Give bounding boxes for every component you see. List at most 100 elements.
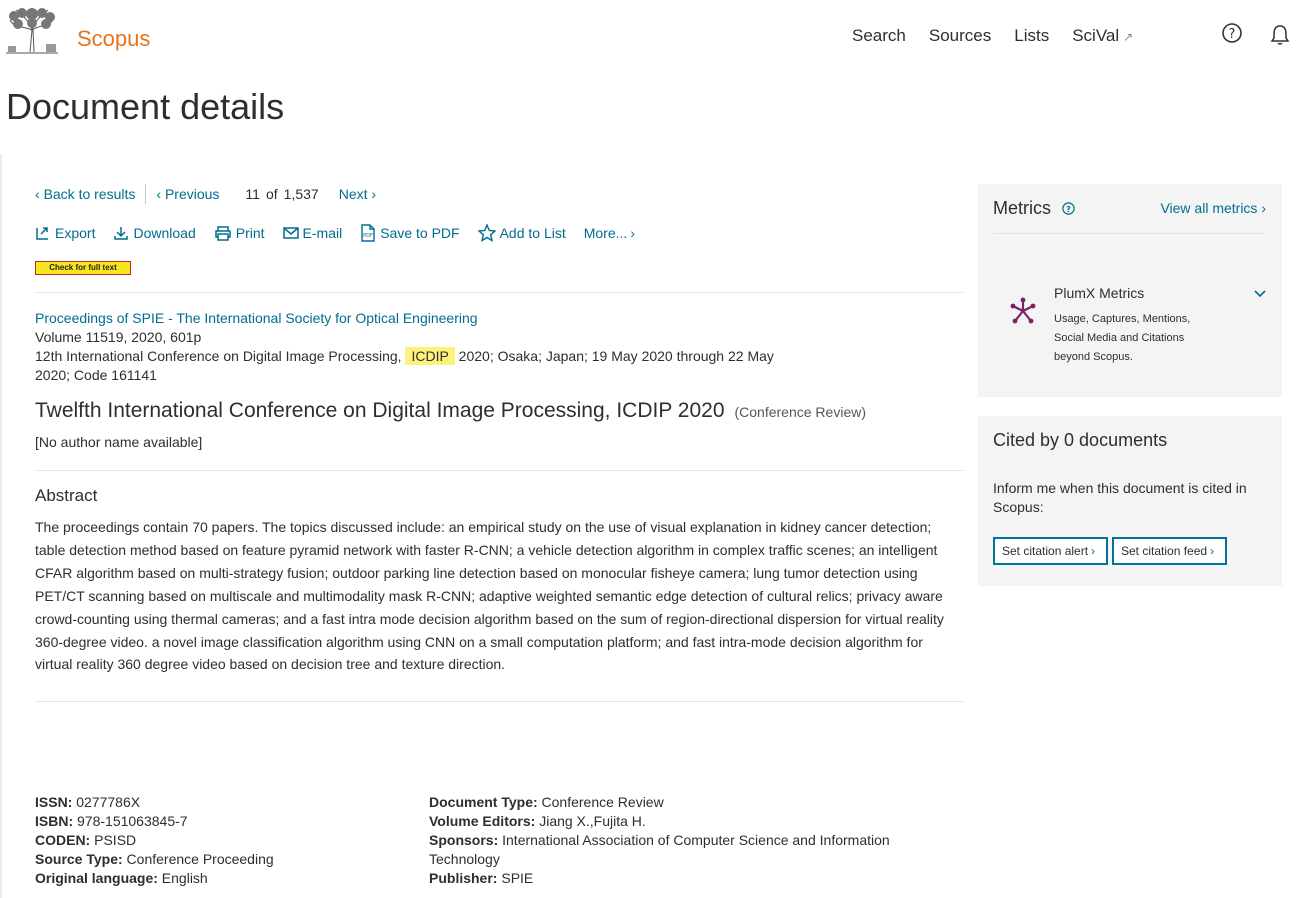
issn-value: 0277786X <box>76 794 141 810</box>
svg-text:PDF: PDF <box>363 233 373 239</box>
plumx-icon <box>1010 297 1036 324</box>
conference-info: 12th International Conference on Digital… <box>35 347 795 385</box>
publisher-value: SPIE <box>501 870 534 886</box>
nav-search[interactable]: Search <box>852 26 906 46</box>
svg-text:?: ? <box>1229 27 1236 42</box>
original-language-value: English <box>161 870 208 886</box>
conference-pre: 12th International Conference on Digital… <box>35 348 406 364</box>
page-title: Document details <box>6 86 285 127</box>
divider <box>35 701 963 702</box>
abstract-text: The proceedings contain 70 papers. The t… <box>35 519 944 673</box>
next-label: Next <box>338 186 368 202</box>
set-citation-alert-button[interactable]: Set citation alert › <box>993 537 1108 565</box>
set-citation-feed-label: Set citation feed <box>1121 544 1208 558</box>
back-label: Back to results <box>43 186 136 202</box>
metadata-left: ISSN: 0277786X ISBN: 978-151063845-7 COD… <box>35 793 395 888</box>
divider <box>0 154 7 898</box>
elsevier-logo[interactable] <box>6 8 58 54</box>
more-label: More... <box>583 225 628 241</box>
nav-scival-label: SciVal <box>1072 26 1120 45</box>
source-type-value: Conference Proceeding <box>126 851 274 867</box>
publisher-label: Publisher: <box>429 870 498 886</box>
isbn-value: 978-151063845-7 <box>77 813 188 829</box>
chevron-right-icon: › <box>630 225 635 241</box>
top-nav: Search Sources Lists SciVal ↗ <box>852 26 1156 46</box>
help-icon[interactable]: ? <box>1222 23 1242 43</box>
add-to-list-button[interactable]: Add to List <box>477 224 566 242</box>
back-to-results-link[interactable]: ‹ Back to results <box>35 186 135 202</box>
sponsors-value: International Association of Computer Sc… <box>429 832 890 867</box>
volume-info: Volume 11519, 2020, 601p <box>35 329 202 345</box>
source-info: Proceedings of SPIE - The International … <box>35 309 795 385</box>
export-icon <box>36 227 48 240</box>
document-title: Twelfth International Conference on Digi… <box>35 399 866 423</box>
download-button[interactable]: Download <box>113 225 196 241</box>
next-link[interactable]: Next › <box>339 186 376 202</box>
document-actions: Export Download Print E-mail PDF Save to… <box>35 224 653 242</box>
coden-value: PSISD <box>94 832 137 848</box>
download-label: Download <box>133 225 196 241</box>
divider <box>993 233 1264 234</box>
cited-by-heading: Cited by 0 documents <box>993 430 1168 450</box>
email-icon <box>282 227 299 239</box>
previous-label: Previous <box>164 186 220 202</box>
of-label: of <box>265 186 278 202</box>
save-to-pdf-label: Save to PDF <box>380 225 460 241</box>
export-label: Export <box>55 225 96 241</box>
original-language-label: Original language: <box>35 870 158 886</box>
result-position: 11 of 1,537 <box>245 186 318 202</box>
print-label: Print <box>235 225 265 241</box>
download-icon <box>114 227 129 240</box>
source-type-label: Source Type: <box>35 851 123 867</box>
nav-sources[interactable]: Sources <box>929 26 991 46</box>
set-citation-alert-label: Set citation alert <box>1002 544 1089 558</box>
document-type-value: Conference Review <box>541 794 664 810</box>
brand-scopus[interactable]: Scopus <box>77 26 150 52</box>
view-all-metrics-link[interactable]: View all metrics › <box>1160 200 1266 216</box>
view-all-label: View all metrics <box>1160 200 1258 216</box>
document-title-text: Twelfth International Conference on Digi… <box>35 399 725 422</box>
check-full-text-button[interactable]: Check for full text <box>35 261 131 275</box>
sponsors-label: Sponsors: <box>429 832 499 848</box>
export-button[interactable]: Export <box>35 225 95 241</box>
help-icon[interactable]: ? <box>1062 202 1075 215</box>
save-to-pdf-button[interactable]: PDF Save to PDF <box>360 224 460 242</box>
previous-link[interactable]: ‹ Previous <box>156 186 219 202</box>
chevron-down-icon[interactable] <box>1254 288 1266 298</box>
external-link-icon: ↗ <box>1123 30 1134 44</box>
metrics-panel: Metrics ? View all metrics › PlumX Metri… <box>978 184 1282 397</box>
bell-icon[interactable] <box>1270 24 1290 46</box>
cited-inform-text: Inform me when this document is cited in… <box>993 480 1247 515</box>
add-to-list-label: Add to List <box>499 225 566 241</box>
journal-link[interactable]: Proceedings of SPIE - The International … <box>35 310 478 326</box>
plumx-description: Usage, Captures, Mentions, Social Media … <box>1054 313 1191 363</box>
email-button[interactable]: E-mail <box>282 225 343 241</box>
nav-scival[interactable]: SciVal ↗ <box>1072 26 1133 46</box>
divider <box>145 184 147 204</box>
nav-lists[interactable]: Lists <box>1014 26 1049 46</box>
issn-label: ISSN: <box>35 794 73 810</box>
more-button[interactable]: More... › <box>584 225 635 241</box>
print-button[interactable]: Print <box>214 225 265 241</box>
plumx-title: PlumX Metrics <box>1054 285 1145 301</box>
result-navigation: ‹ Back to results ‹ Previous 11 of 1,537 N… <box>35 184 376 204</box>
abstract-heading: Abstract <box>35 486 98 505</box>
divider <box>35 470 963 471</box>
chevron-right-icon: › <box>1210 544 1215 558</box>
pdf-icon: PDF <box>361 224 375 242</box>
authors: [No author name available] <box>35 434 203 450</box>
volume-editors-value: Jiang X.,Fujita H. <box>539 813 646 829</box>
svg-text:?: ? <box>1066 205 1071 214</box>
current-index: 11 <box>245 186 260 202</box>
isbn-label: ISBN: <box>35 813 74 829</box>
email-label: E-mail <box>302 225 343 241</box>
volume-editors-label: Volume Editors: <box>429 813 536 829</box>
metrics-heading: Metrics <box>993 198 1051 218</box>
document-type-label: Document Type: <box>429 794 538 810</box>
divider <box>35 292 963 293</box>
set-citation-feed-button[interactable]: Set citation feed › <box>1112 537 1227 565</box>
metadata-right: Document Type: Conference Review Volume … <box>429 793 909 888</box>
conference-acronym-highlight: ICDIP <box>405 347 455 365</box>
coden-label: CODEN: <box>35 832 91 848</box>
total-count: 1,537 <box>283 186 319 202</box>
